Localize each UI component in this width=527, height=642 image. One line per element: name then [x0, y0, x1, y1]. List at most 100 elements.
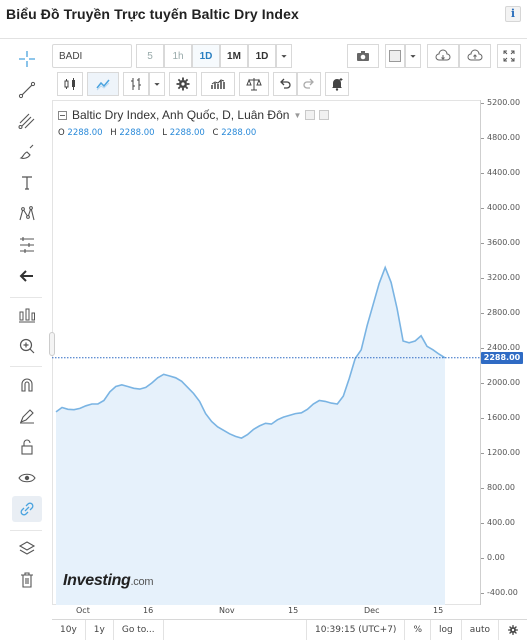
chart-settings-button[interactable] [499, 620, 527, 640]
pattern-icon[interactable] [12, 201, 42, 227]
fibonacci-icon[interactable] [12, 108, 42, 134]
chevron-down-icon[interactable]: ▼ [293, 111, 301, 120]
y-tick-mark [481, 173, 484, 174]
legend-settings-icon[interactable] [305, 110, 316, 120]
interval-1m[interactable]: 1M [220, 44, 248, 68]
goto-date-button[interactable]: Go to... [114, 620, 164, 640]
y-tick-label: 4000.00 [487, 203, 521, 212]
y-tick-label: 1600.00 [487, 413, 521, 422]
price-chart[interactable] [52, 100, 480, 605]
line-style-button[interactable] [87, 72, 119, 96]
x-tick-label: 15 [288, 606, 299, 615]
y-tick-label: 3600.00 [487, 238, 521, 247]
color-dropdown-button[interactable] [405, 44, 421, 68]
lock-icon[interactable] [12, 434, 42, 460]
prediction-icon[interactable] [12, 232, 42, 258]
link-icon[interactable] [12, 496, 42, 522]
auto-scale-button[interactable]: auto [462, 620, 499, 640]
open-label: O [58, 128, 65, 138]
interval-1h[interactable]: 1h [164, 44, 192, 68]
cloud-upload-button[interactable] [459, 44, 491, 68]
y-tick-mark [481, 418, 484, 419]
cloud-download-button[interactable] [427, 44, 459, 68]
redo-button[interactable] [297, 72, 321, 96]
cloud-upload-icon [467, 49, 483, 61]
trash-icon[interactable] [12, 567, 42, 593]
back-arrow-icon[interactable] [12, 263, 42, 289]
zoom-in-icon[interactable] [12, 333, 42, 359]
info-icon[interactable]: i [505, 6, 521, 22]
lock-drawing-icon[interactable] [12, 403, 42, 429]
interval-1d[interactable]: 1D [192, 44, 220, 68]
x-tick-label: Oct [76, 606, 90, 615]
brush-icon[interactable] [12, 139, 42, 165]
low-label: L [162, 128, 167, 138]
interval-select[interactable]: 1D [248, 44, 276, 68]
y-tick-label: 3200.00 [487, 273, 521, 282]
investing-logo[interactable]: Investing.com [63, 572, 153, 590]
compare-button[interactable] [239, 72, 269, 96]
ohlc-readout: O 2288.00 H 2288.00 L 2288.00 C 2288.00 [58, 128, 261, 138]
fullscreen-button[interactable] [497, 44, 521, 68]
cloud-download-icon [435, 49, 451, 61]
interval-dropdown-button[interactable] [276, 44, 292, 68]
color-swatch-button[interactable] [385, 44, 405, 68]
layers-icon[interactable] [12, 536, 42, 562]
eye-icon[interactable] [12, 465, 42, 491]
symbol-input[interactable]: BADI [52, 44, 132, 68]
y-tick-mark [481, 208, 484, 209]
settings-icon [176, 77, 190, 91]
zoom-bars-icon[interactable] [12, 302, 42, 328]
alert-icon [332, 78, 343, 91]
settings-button[interactable] [169, 72, 197, 96]
x-tick-label: 15 [433, 606, 444, 615]
indicator-dropdown-button[interactable] [149, 72, 165, 96]
y-tick-mark [481, 453, 484, 454]
text-icon[interactable] [12, 170, 42, 196]
undo-button[interactable] [273, 72, 297, 96]
collapse-legend-icon[interactable] [58, 110, 67, 120]
interval-5m[interactable]: 5 [136, 44, 164, 68]
range-1y-button[interactable]: 1y [86, 620, 114, 640]
time-axis[interactable]: Oct 16 Nov 15 Dec 15 [52, 605, 480, 619]
close-value: 2288.00 [221, 128, 257, 138]
camera-button[interactable] [347, 44, 379, 68]
y-tick-label: 4400.00 [487, 168, 521, 177]
redo-icon [303, 78, 314, 89]
y-tick-mark [481, 383, 484, 384]
y-tick-mark [481, 488, 484, 489]
legend-close-icon[interactable] [319, 110, 330, 120]
line-style-icon [96, 79, 110, 91]
y-tick-mark [481, 593, 484, 594]
y-tick-mark [481, 313, 484, 314]
toolbar-collapse-handle[interactable] [49, 332, 55, 356]
range-10y-button[interactable]: 10y [52, 620, 86, 640]
y-tick-label: 800.00 [487, 483, 515, 492]
crosshair-icon[interactable] [12, 46, 42, 72]
y-tick-label: 2800.00 [487, 308, 521, 317]
fullscreen-icon [503, 50, 515, 62]
last-price-badge: 2288.00 [481, 351, 523, 364]
trend-line-icon[interactable] [12, 77, 42, 103]
high-label: H [110, 128, 117, 138]
y-tick-mark [481, 278, 484, 279]
y-tick-label: 400.00 [487, 518, 515, 527]
x-tick-label: Nov [219, 606, 235, 615]
candles-icon [64, 78, 75, 90]
y-tick-label: 5200.00 [487, 98, 521, 107]
y-tick-mark [481, 243, 484, 244]
candles-button[interactable] [57, 72, 83, 96]
y-tick-label: -400.00 [487, 588, 518, 597]
indicator-button[interactable] [123, 72, 149, 96]
bottom-bar: 10y 1y Go to... 10:39:15 (UTC+7) % log a… [52, 619, 527, 640]
alert-button[interactable] [325, 72, 349, 96]
gear-icon [508, 625, 518, 635]
volume-button[interactable] [201, 72, 235, 96]
log-scale-button[interactable]: log [431, 620, 462, 640]
magnet-icon[interactable] [12, 372, 42, 398]
timeframe-toolbar: BADI 5 1h 1D 1M 1D [52, 44, 292, 68]
undo-icon [280, 78, 291, 89]
percent-scale-button[interactable]: % [405, 620, 431, 640]
x-tick-label: Dec [364, 606, 380, 615]
y-tick-mark [481, 558, 484, 559]
